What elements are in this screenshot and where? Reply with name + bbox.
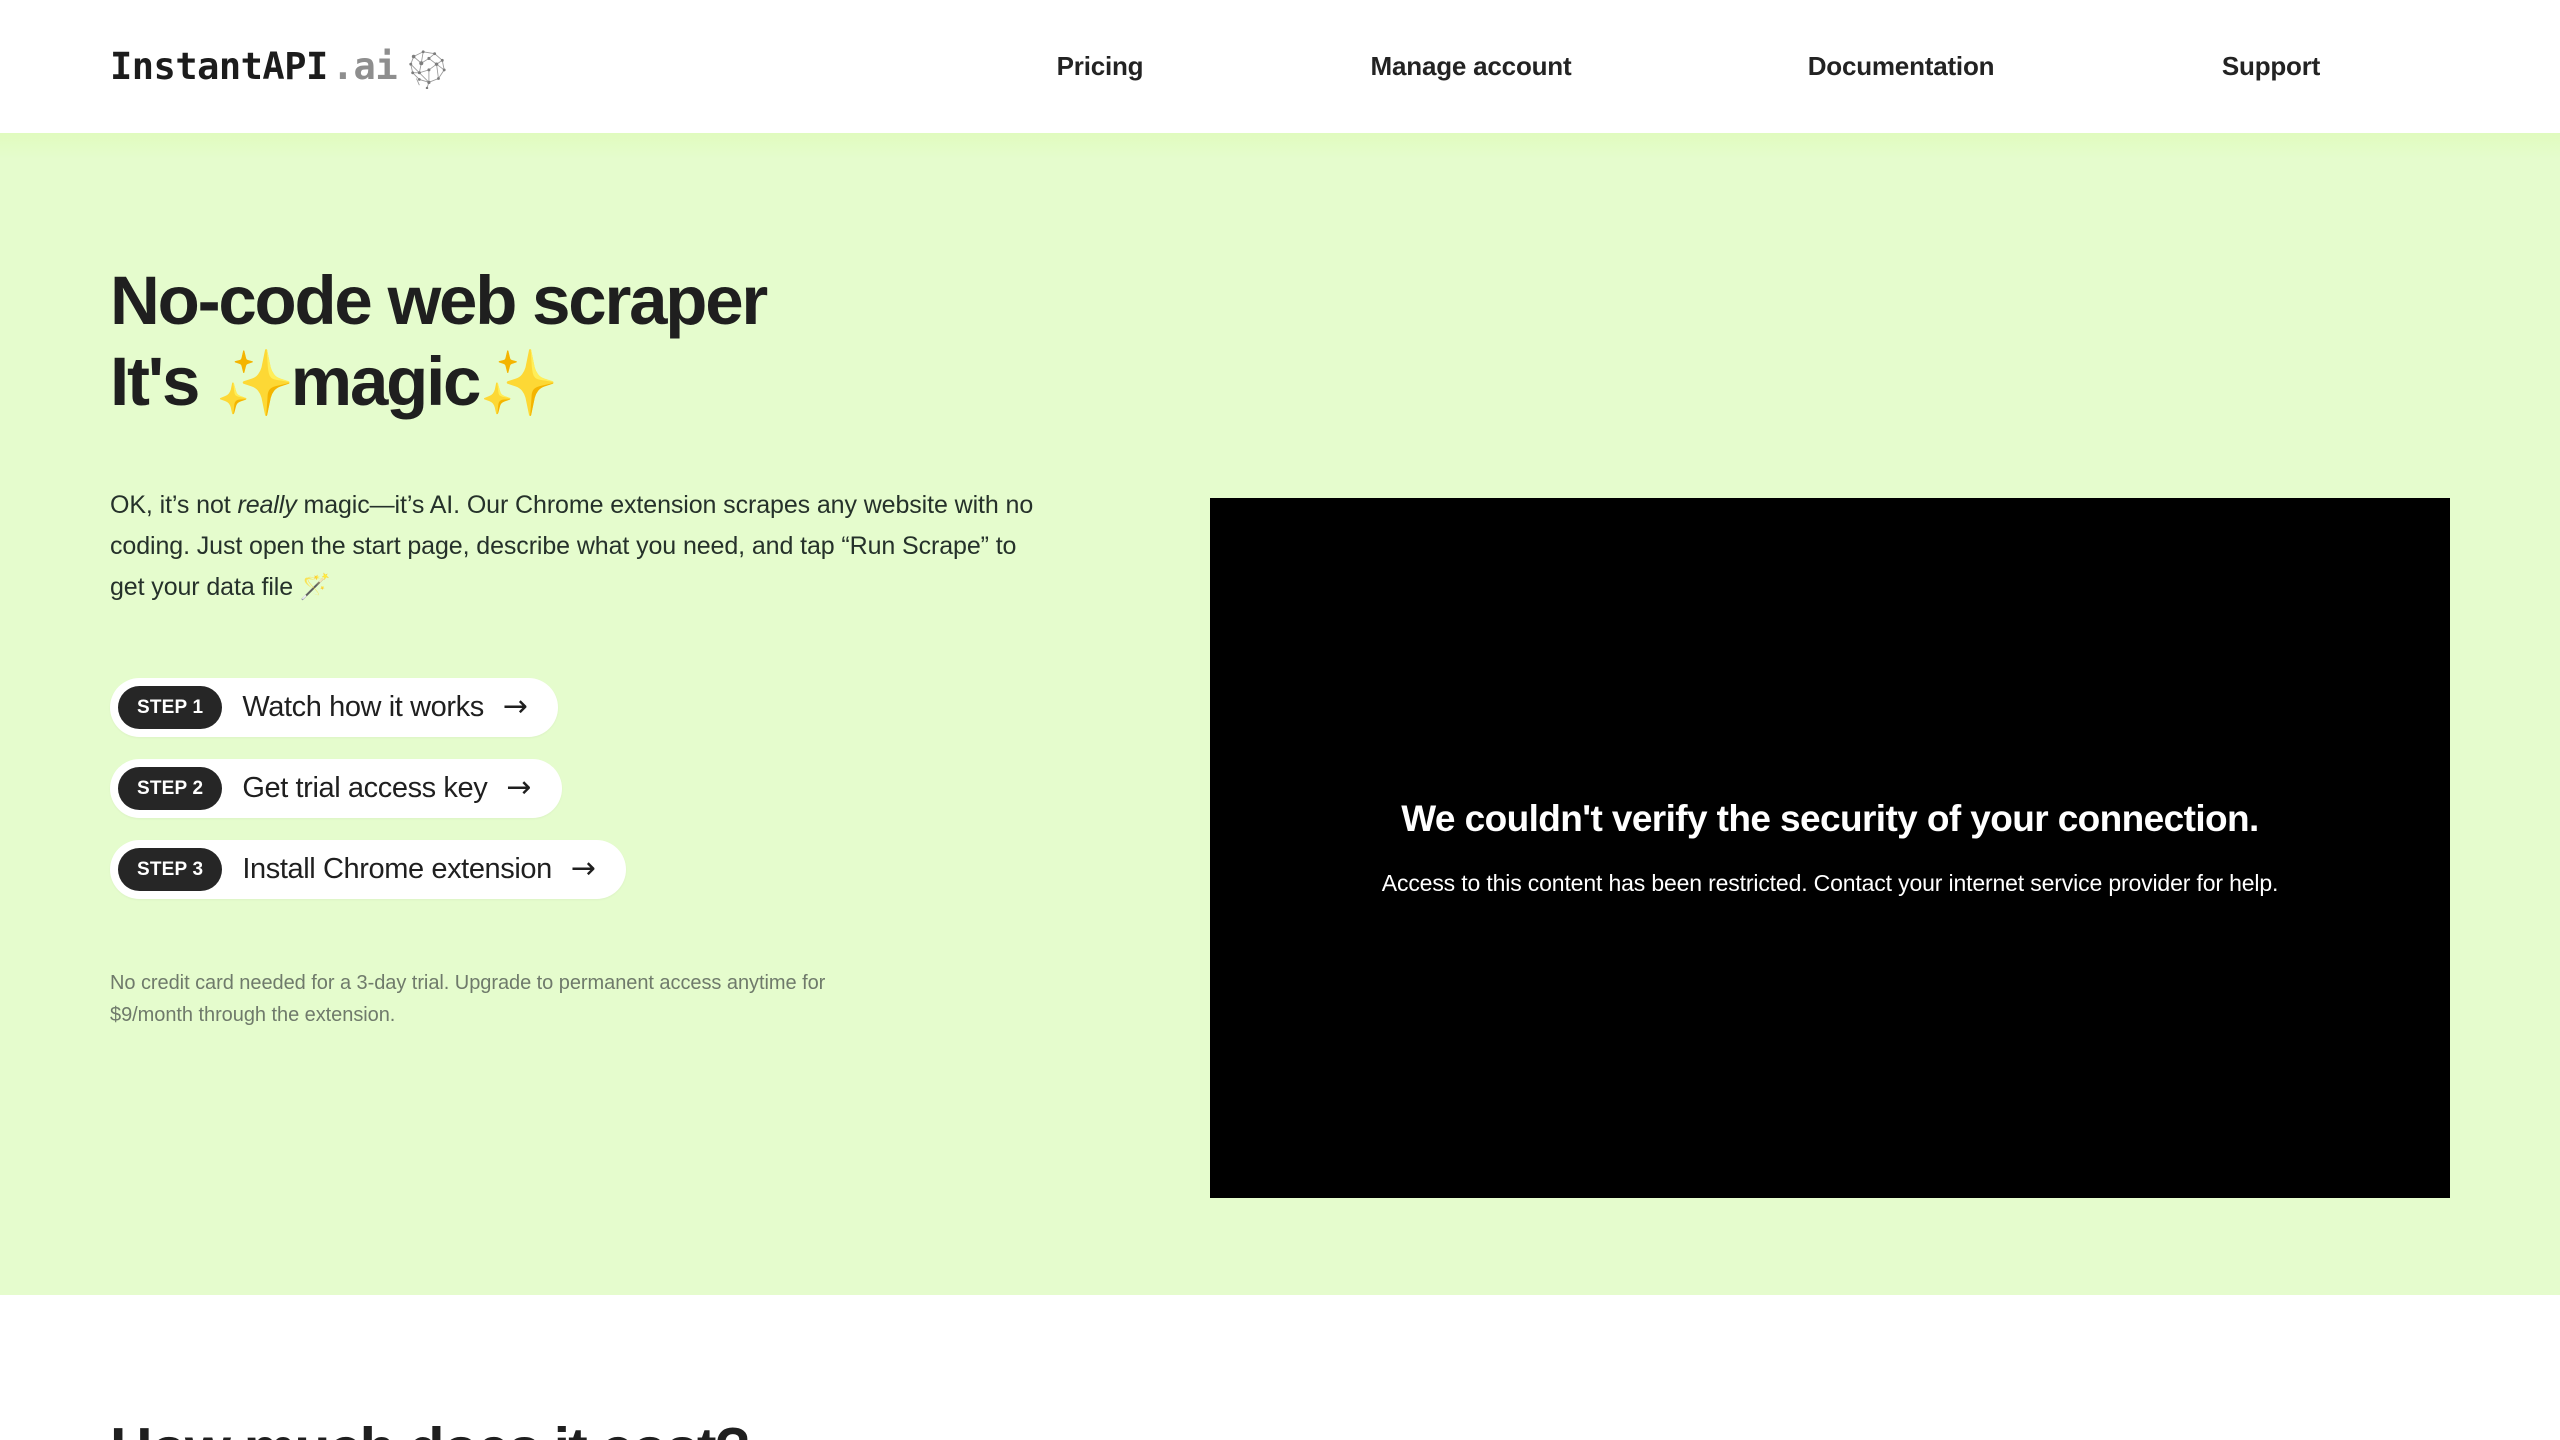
nav-item-pricing[interactable]: Pricing <box>1057 51 1144 82</box>
site-header: InstantAPI .ai Pricing Manage account Do… <box>0 0 2560 133</box>
step-3-badge: STEP 3 <box>118 847 223 891</box>
page-title: No-code web scraper It's ✨magic✨ <box>110 261 1150 422</box>
media-error-subtitle: Access to this content has been restrict… <box>1381 869 2279 896</box>
hero-description: OK, it’s not really magic—it’s AI. Our C… <box>110 485 1040 607</box>
arrow-right-icon: → <box>502 689 528 725</box>
video-player-panel[interactable]: We couldn't verify the security of your … <box>1210 498 2450 1198</box>
step-2-get-trial-access-key[interactable]: STEP 2 Get trial access key → <box>110 758 562 818</box>
brand-suffix: .ai <box>331 45 398 88</box>
next-section: How much does it cost? <box>0 1295 2560 1440</box>
hero-title-line-1: No-code web scraper <box>110 262 768 339</box>
nav-item-support[interactable]: Support <box>2222 51 2320 82</box>
hero-title-magic: magic <box>290 342 482 420</box>
sparkles-right-icon: ✨ <box>479 346 559 421</box>
arrow-right-icon: → <box>506 770 532 806</box>
brand-logo[interactable]: InstantAPI .ai <box>110 45 450 89</box>
media-error-title: We couldn't verify the security of your … <box>1401 798 2259 840</box>
sparkles-left-icon: ✨ <box>215 346 295 421</box>
brand-name: InstantAPI <box>110 45 328 88</box>
step-3-label: Install Chrome extension <box>242 852 552 885</box>
trial-fine-print: No credit card needed for a 3-day trial.… <box>110 971 826 1027</box>
hero-title-line-2: It's ✨magic✨ <box>110 342 1150 423</box>
hero-section: No-code web scraper It's ✨magic✨ OK, it’… <box>0 133 2560 1295</box>
hero-desc-part-1: OK, it’s not <box>110 491 238 520</box>
step-3-install-chrome-extension[interactable]: STEP 3 Install Chrome extension → <box>110 839 627 899</box>
nav-item-manage-account[interactable]: Manage account <box>1371 51 1572 82</box>
step-1-label: Watch how it works <box>242 690 484 723</box>
brain-network-icon <box>404 47 450 89</box>
hero-content: No-code web scraper It's ✨magic✨ OK, it’… <box>110 133 1150 1032</box>
next-section-heading: How much does it cost? <box>110 1417 751 1440</box>
hero-title-prefix: It's <box>110 342 216 420</box>
step-list: STEP 1 Watch how it works → STEP 2 Get t… <box>110 677 1150 899</box>
step-2-label: Get trial access key <box>242 771 488 804</box>
magic-wand-icon: 🪄 <box>299 571 331 601</box>
step-2-badge: STEP 2 <box>118 766 223 810</box>
arrow-right-icon: → <box>570 851 597 887</box>
step-1-watch-how-it-works[interactable]: STEP 1 Watch how it works → <box>110 677 558 737</box>
nav-item-documentation[interactable]: Documentation <box>1808 51 1995 82</box>
hero-desc-emphasis: really <box>237 491 297 520</box>
step-1-badge: STEP 1 <box>118 685 223 729</box>
